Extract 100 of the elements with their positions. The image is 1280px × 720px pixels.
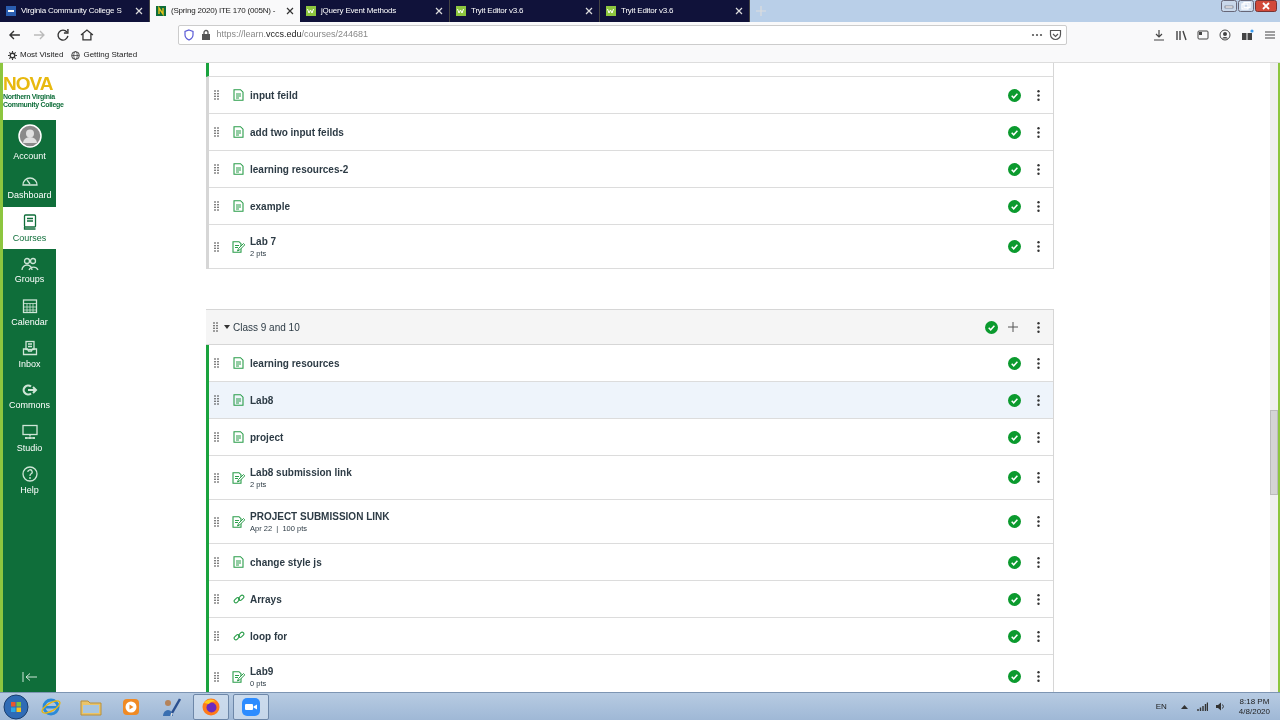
kebab-menu-icon[interactable]	[1037, 472, 1040, 483]
taskbar-button[interactable]	[193, 693, 229, 720]
drag-handle-icon[interactable]	[214, 671, 219, 682]
browser-tab[interactable]: jQuery Event Methods	[300, 0, 450, 22]
collapse-icon[interactable]	[21, 672, 38, 682]
kebab-menu-icon[interactable]	[1037, 556, 1040, 568]
browser-tab[interactable]: Tryit Editor v3.6	[600, 0, 750, 22]
item-title[interactable]: Lab8 submission link	[250, 466, 352, 478]
item-title[interactable]: add two input feilds	[250, 126, 344, 138]
drag-handle-icon[interactable]	[213, 322, 218, 332]
item-title[interactable]: example	[250, 200, 291, 212]
published-icon[interactable]	[1008, 592, 1021, 606]
logo-title: NOVA	[3, 74, 54, 93]
clock[interactable]: 8:18 PM 4/8/2020	[1238, 696, 1270, 717]
drag-handle-icon[interactable]	[214, 358, 219, 368]
published-icon[interactable]	[1008, 356, 1021, 370]
published-icon[interactable]	[1008, 162, 1021, 176]
library-icon[interactable]	[1175, 29, 1188, 41]
drag-handle-icon[interactable]	[214, 90, 219, 100]
kebab-menu-icon[interactable]	[1037, 126, 1040, 138]
sidebar-icon[interactable]	[1197, 29, 1210, 41]
more-icon[interactable]	[1031, 33, 1044, 37]
item-title[interactable]: project	[250, 431, 284, 443]
item-title[interactable]: Lab8	[250, 394, 274, 406]
drag-handle-icon[interactable]	[214, 594, 219, 604]
nav-item[interactable]: Courses	[3, 207, 56, 249]
account-icon[interactable]	[1219, 29, 1232, 41]
drag-handle-icon[interactable]	[214, 631, 219, 641]
published-icon[interactable]	[1008, 629, 1021, 643]
address-bar[interactable]: https://learn.vccs.edu/courses/244681	[177, 25, 1068, 45]
browser-tab[interactable]: Virginia Community College S	[0, 0, 150, 22]
signal-icon[interactable]	[1196, 702, 1208, 711]
menu-icon[interactable]	[1264, 29, 1277, 41]
browser-tab[interactable]: (Spring 2020) ITE 170 (005N) -	[150, 0, 300, 22]
kebab-menu-icon[interactable]	[1037, 394, 1040, 406]
kebab-menu-icon[interactable]	[1037, 516, 1040, 527]
published-icon[interactable]	[1008, 199, 1021, 213]
close-window-icon[interactable]	[1255, 0, 1277, 12]
page-icon	[233, 431, 244, 443]
gift-icon[interactable]	[1241, 29, 1255, 41]
item-title[interactable]: Lab 7	[250, 235, 277, 247]
drag-handle-icon[interactable]	[214, 164, 219, 174]
item-title[interactable]: change style js	[250, 556, 322, 568]
download-icon[interactable]	[1153, 29, 1166, 41]
drag-handle-icon[interactable]	[214, 395, 219, 405]
item-title[interactable]: learning resources	[250, 357, 340, 369]
published-icon[interactable]	[1008, 240, 1021, 253]
restore-icon[interactable]	[1238, 0, 1254, 12]
add-icon[interactable]	[1008, 322, 1018, 332]
kebab-menu-icon[interactable]	[1037, 200, 1040, 212]
published-icon[interactable]	[1008, 555, 1021, 569]
minimize-icon[interactable]	[1221, 0, 1237, 12]
drag-handle-icon[interactable]	[214, 557, 219, 567]
drag-handle-icon[interactable]	[214, 472, 219, 483]
kebab-menu-icon[interactable]	[1037, 89, 1040, 101]
published-icon[interactable]	[1008, 670, 1021, 683]
published-icon[interactable]	[1008, 515, 1021, 528]
item-title[interactable]: input feild	[250, 89, 298, 101]
drag-handle-icon[interactable]	[214, 241, 219, 252]
kebab-menu-icon[interactable]	[1037, 357, 1040, 369]
published-icon[interactable]	[1008, 471, 1021, 484]
drag-handle-icon[interactable]	[214, 201, 219, 211]
speaker-icon[interactable]	[1215, 702, 1225, 711]
published-icon[interactable]	[1008, 125, 1021, 139]
taskbar-button[interactable]	[233, 693, 269, 720]
published-icon[interactable]	[985, 320, 998, 334]
kebab-menu-icon[interactable]	[1037, 593, 1040, 605]
published-icon[interactable]	[1008, 430, 1021, 444]
bookmark[interactable]: Getting Started	[71, 49, 138, 61]
scrollbar-thumb[interactable]	[1270, 410, 1278, 495]
published-icon[interactable]	[1008, 393, 1021, 407]
kebab-menu-icon[interactable]	[1037, 671, 1040, 682]
kebab-menu-icon[interactable]	[1037, 431, 1040, 443]
close-icon[interactable]	[286, 7, 294, 15]
kebab-menu-icon[interactable]	[1037, 321, 1040, 333]
browser-tab[interactable]: Tryit Editor v3.6	[450, 0, 600, 22]
start-button[interactable]	[3, 693, 29, 720]
kebab-menu-icon[interactable]	[1037, 630, 1040, 642]
bookmark[interactable]: Most Visited	[8, 49, 64, 61]
kebab-menu-icon[interactable]	[1037, 163, 1040, 175]
collapse-caret-icon[interactable]	[224, 325, 230, 329]
item-title[interactable]: loop for	[250, 630, 288, 642]
module-item[interactable]: Lab8	[209, 382, 1053, 419]
item-title[interactable]: learning resources-2	[250, 163, 349, 175]
folder-icon	[80, 697, 102, 716]
drag-handle-icon[interactable]	[214, 127, 219, 137]
item-title[interactable]: Lab9	[250, 665, 274, 677]
pocket-icon[interactable]	[1049, 29, 1063, 41]
kebab-menu-icon[interactable]	[1037, 241, 1040, 252]
item-title[interactable]: Arrays	[250, 593, 282, 605]
drag-handle-icon[interactable]	[214, 516, 219, 527]
language-indicator[interactable]: EN	[1155, 700, 1167, 713]
module-header[interactable]: Class 9 and 10	[206, 310, 1053, 345]
link-icon	[232, 593, 245, 605]
page-icon	[233, 126, 244, 138]
avatar-icon	[17, 124, 42, 148]
item-title[interactable]: PROJECT SUBMISSION LINK	[250, 510, 390, 522]
published-icon[interactable]	[1008, 88, 1021, 102]
show-hidden-icons-icon[interactable]	[1180, 704, 1188, 709]
drag-handle-icon[interactable]	[214, 432, 219, 442]
